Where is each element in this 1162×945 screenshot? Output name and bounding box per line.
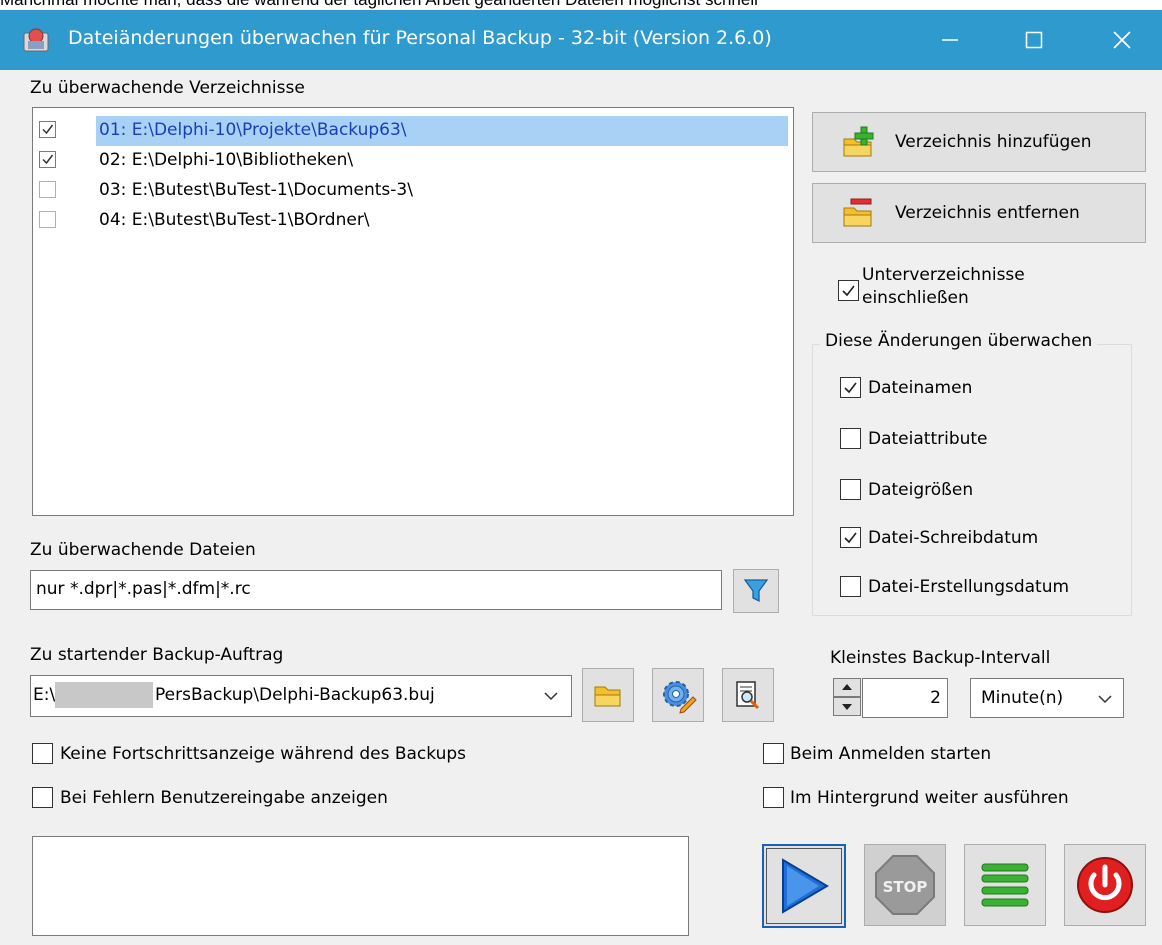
arrow-down-icon bbox=[842, 704, 852, 710]
filter-button[interactable] bbox=[733, 569, 779, 613]
add-directory-button[interactable]: Verzeichnis hinzufügen bbox=[812, 112, 1146, 172]
exit-button[interactable] bbox=[1064, 844, 1146, 926]
file-sizes-label: Dateigrößen bbox=[868, 480, 974, 500]
interval-heading: Kleinstes Backup-Intervall bbox=[830, 648, 1051, 668]
subdirectories-label-line2: einschließen bbox=[862, 288, 969, 308]
backup-job-heading: Zu startender Backup-Auftrag bbox=[30, 645, 284, 665]
folder-open-icon bbox=[594, 686, 621, 707]
list-item-checkbox[interactable] bbox=[39, 181, 56, 198]
creation-date-label: Datei-Erstellungsdatum bbox=[868, 577, 1070, 597]
subdirectories-checkbox[interactable] bbox=[838, 280, 859, 301]
funnel-icon bbox=[743, 579, 769, 603]
list-icon bbox=[981, 863, 1029, 907]
maximize-icon bbox=[1025, 31, 1043, 49]
arrow-up-icon bbox=[842, 684, 852, 690]
play-icon bbox=[782, 858, 829, 914]
power-icon bbox=[1077, 857, 1133, 913]
run-in-background-checkbox[interactable] bbox=[763, 787, 784, 808]
list-item-checkbox[interactable] bbox=[39, 151, 56, 168]
list-item-checkbox[interactable] bbox=[39, 211, 56, 228]
app-icon bbox=[22, 27, 50, 53]
interval-unit-value: Minute(n) bbox=[981, 688, 1064, 708]
backup-job-value-prefix: E:\ bbox=[33, 685, 56, 705]
interval-unit-select[interactable]: Minute(n) bbox=[970, 678, 1124, 718]
spin-down-button[interactable] bbox=[833, 697, 861, 716]
subdirectories-label-line1: Unterverzeichnisse bbox=[862, 265, 1025, 285]
svg-text:STOP: STOP bbox=[883, 878, 928, 896]
chevron-down-icon bbox=[1098, 695, 1112, 704]
chevron-down-icon bbox=[544, 692, 558, 701]
no-progress-label: Keine Fortschrittsanzeige während des Ba… bbox=[60, 744, 466, 764]
folder-add-icon bbox=[843, 126, 874, 157]
list-item-label: 02: E:\Delphi-10\Bibliotheken\ bbox=[99, 150, 354, 170]
stop-sign-icon: STOP bbox=[875, 855, 935, 915]
start-button[interactable] bbox=[762, 844, 846, 928]
list-item-label: 01: E:\Delphi-10\Projekte\Backup63\ bbox=[99, 120, 407, 140]
edit-job-button[interactable] bbox=[652, 668, 704, 722]
list-item[interactable]: 03: E:\Butest\BuTest-1\Documents-3\ bbox=[33, 176, 793, 206]
close-button[interactable] bbox=[1082, 10, 1162, 70]
minimize-icon bbox=[942, 39, 958, 41]
window-title: Dateiänderungen überwachen für Personal … bbox=[68, 27, 772, 49]
folder-remove-icon bbox=[843, 198, 872, 227]
no-progress-checkbox[interactable] bbox=[32, 743, 53, 764]
list-item[interactable]: 01: E:\Delphi-10\Projekte\Backup63\ bbox=[33, 116, 793, 146]
close-icon bbox=[1113, 31, 1131, 49]
start-on-login-checkbox[interactable] bbox=[763, 743, 784, 764]
start-on-login-label: Beim Anmelden starten bbox=[790, 744, 992, 764]
file-attributes-checkbox[interactable] bbox=[840, 428, 861, 449]
window-titlebar[interactable]: Dateiänderungen überwachen für Personal … bbox=[0, 10, 1162, 70]
remove-directory-button[interactable]: Verzeichnis entfernen bbox=[812, 183, 1146, 243]
maximize-button[interactable] bbox=[994, 10, 1074, 70]
filenames-label: Dateinamen bbox=[868, 378, 973, 398]
show-errors-label: Bei Fehlern Benutzereingabe anzeigen bbox=[60, 788, 388, 808]
log-textarea[interactable] bbox=[32, 836, 689, 936]
spin-up-button[interactable] bbox=[833, 678, 861, 697]
show-errors-checkbox[interactable] bbox=[32, 787, 53, 808]
directories-list[interactable]: 01: E:\Delphi-10\Projekte\Backup63\ 02: … bbox=[32, 107, 794, 516]
list-item[interactable]: 04: E:\Butest\BuTest-1\BOrdner\ bbox=[33, 206, 793, 236]
filenames-checkbox[interactable] bbox=[840, 377, 861, 398]
write-date-checkbox[interactable] bbox=[840, 527, 861, 548]
minimize-button[interactable] bbox=[910, 10, 990, 70]
run-in-background-label: Im Hintergrund weiter ausführen bbox=[790, 788, 1069, 808]
interval-spinner[interactable] bbox=[833, 678, 861, 716]
log-button[interactable] bbox=[964, 844, 1046, 926]
background-document-text: Manchmal möchte man, dass die während de… bbox=[0, 0, 758, 10]
backup-job-select[interactable]: E:\ PersBackup\Delphi-Backup63.buj bbox=[30, 675, 572, 717]
write-date-label: Datei-Schreibdatum bbox=[868, 528, 1039, 548]
gear-edit-icon bbox=[663, 681, 697, 714]
interval-value: 2 bbox=[930, 688, 941, 708]
stop-button[interactable]: STOP bbox=[864, 844, 946, 926]
list-item-label: 03: E:\Butest\BuTest-1\Documents-3\ bbox=[99, 180, 413, 200]
file-filter-value: nur *.dpr|*.pas|*.dfm|*.rc bbox=[36, 579, 251, 599]
redacted-path-segment bbox=[55, 682, 153, 708]
view-job-button[interactable] bbox=[722, 668, 774, 722]
backup-job-value-suffix: PersBackup\Delphi-Backup63.buj bbox=[155, 685, 435, 705]
file-sizes-checkbox[interactable] bbox=[840, 479, 861, 500]
files-heading: Zu überwachende Dateien bbox=[30, 540, 256, 560]
open-job-button[interactable] bbox=[582, 668, 634, 722]
add-directory-label: Verzeichnis hinzufügen bbox=[895, 132, 1092, 152]
file-filter-input[interactable]: nur *.dpr|*.pas|*.dfm|*.rc bbox=[30, 570, 722, 610]
creation-date-checkbox[interactable] bbox=[840, 576, 861, 597]
remove-directory-label: Verzeichnis entfernen bbox=[895, 203, 1080, 223]
list-item[interactable]: 02: E:\Delphi-10\Bibliotheken\ bbox=[33, 146, 793, 176]
subdirectories-label: Unterverzeichnisse einschließen bbox=[862, 264, 1025, 310]
interval-input[interactable]: 2 bbox=[862, 678, 948, 718]
list-item-checkbox[interactable] bbox=[39, 121, 56, 138]
changes-legend: Diese Änderungen überwachen bbox=[820, 331, 1098, 351]
directories-heading: Zu überwachende Verzeichnisse bbox=[30, 78, 305, 98]
list-item-label: 04: E:\Butest\BuTest-1\BOrdner\ bbox=[99, 210, 370, 230]
document-search-icon bbox=[736, 681, 760, 710]
file-attributes-label: Dateiattribute bbox=[868, 429, 988, 449]
